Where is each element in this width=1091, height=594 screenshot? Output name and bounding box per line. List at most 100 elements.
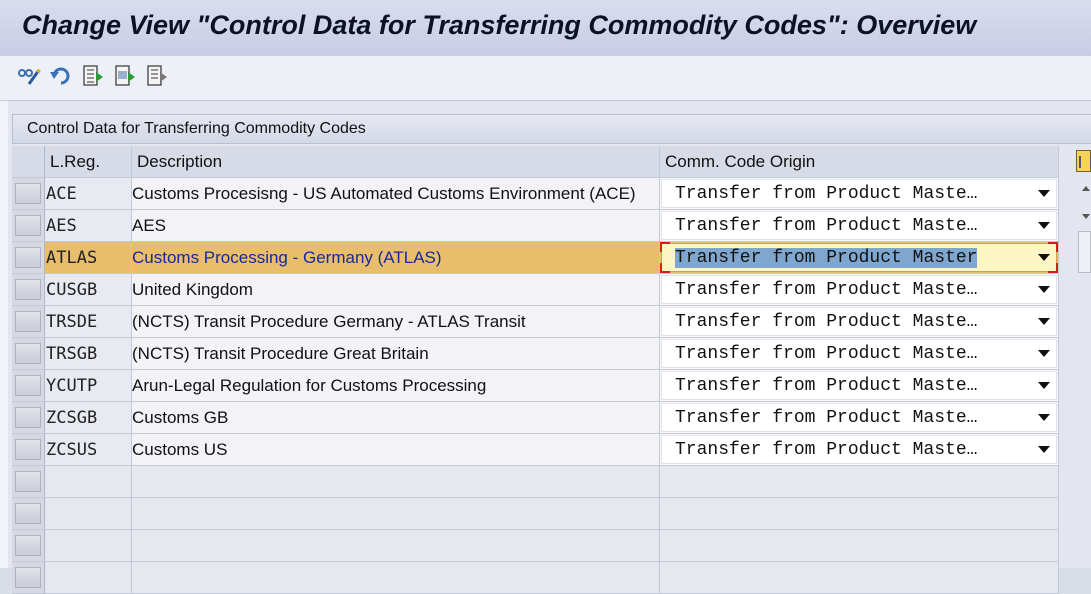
row-selector[interactable]: [12, 338, 45, 370]
select-all-rows-button[interactable]: [12, 146, 45, 178]
table-title: Control Data for Transferring Commodity …: [27, 120, 366, 137]
focus-corner: [660, 242, 670, 252]
empty-table-row[interactable]: [12, 530, 1059, 562]
table-row[interactable]: ZCSGB Customs GB Transfer from Product Ma…: [12, 402, 1059, 434]
row-selector[interactable]: [12, 274, 45, 306]
row-selector[interactable]: [12, 466, 45, 498]
origin-dropdown[interactable]: Transfer from Product Maste…: [661, 339, 1057, 368]
deselect-all-icon[interactable]: [144, 64, 170, 88]
origin-dropdown[interactable]: Transfer from Product Maste…: [661, 307, 1057, 336]
table-settings-icon[interactable]: [1076, 150, 1091, 172]
dropdown-arrow-icon[interactable]: [1038, 350, 1050, 357]
scroll-down-icon[interactable]: [1082, 214, 1090, 219]
column-header-origin[interactable]: Comm. Code Origin: [660, 146, 1059, 178]
origin-dropdown[interactable]: Transfer from Product Maste…: [661, 403, 1057, 432]
row-selector-button[interactable]: [15, 215, 41, 236]
select-block-icon[interactable]: [112, 64, 138, 88]
row-selector-button[interactable]: [15, 535, 41, 556]
row-selector[interactable]: [12, 370, 45, 402]
row-selector-button[interactable]: [15, 343, 41, 364]
undo-icon[interactable]: [48, 64, 74, 88]
row-selector[interactable]: [12, 242, 45, 274]
origin-value: Transfer from Product Maste…: [675, 280, 978, 300]
row-selector[interactable]: [12, 434, 45, 466]
row-selector[interactable]: [12, 210, 45, 242]
description-cell: [132, 498, 660, 530]
dropdown-arrow-icon[interactable]: [1038, 286, 1050, 293]
description-cell[interactable]: AES: [132, 210, 660, 242]
dropdown-arrow-icon[interactable]: [1038, 446, 1050, 453]
description-cell[interactable]: Customs Processing - Germany (ATLAS): [132, 242, 660, 274]
dropdown-arrow-icon[interactable]: [1038, 190, 1050, 197]
row-selector-button[interactable]: [15, 503, 41, 524]
dropdown-arrow-icon[interactable]: [1038, 414, 1050, 421]
description-cell[interactable]: United Kingdom: [132, 274, 660, 306]
row-selector-button[interactable]: [15, 439, 41, 460]
row-selector[interactable]: [12, 402, 45, 434]
focus-corner: [1048, 263, 1058, 273]
origin-dropdown[interactable]: Transfer from Product Maste…: [661, 179, 1057, 208]
origin-value: Transfer from Product Maste…: [675, 312, 978, 332]
origin-cell: [660, 562, 1059, 594]
description-cell[interactable]: Arun-Legal Regulation for Customs Proces…: [132, 370, 660, 402]
origin-cell: [660, 498, 1059, 530]
origin-value: Transfer from Product Maste…: [675, 440, 978, 460]
table-row[interactable]: ZCSUS Customs US Transfer from Product Ma…: [12, 434, 1059, 466]
row-selector-button[interactable]: [15, 247, 41, 268]
row-selector-button[interactable]: [15, 375, 41, 396]
row-selector[interactable]: [12, 562, 45, 594]
lreg-cell: TRSGB: [45, 338, 132, 370]
empty-table-row[interactable]: [12, 498, 1059, 530]
table-row[interactable]: ACE Customs Procesisng - US Automated Cus…: [12, 178, 1059, 210]
left-panel-strip: [0, 101, 8, 568]
display-change-icon[interactable]: [16, 64, 42, 88]
origin-dropdown[interactable]: Transfer from Product Master: [660, 242, 1058, 273]
origin-dropdown[interactable]: Transfer from Product Maste…: [661, 275, 1057, 304]
table-row[interactable]: TRSGB (NCTS) Transit Procedure Great Brit…: [12, 338, 1059, 370]
table-row[interactable]: CUSGB United Kingdom Transfer from Produ…: [12, 274, 1059, 306]
description-cell[interactable]: Customs Procesisng - US Automated Custom…: [132, 178, 660, 210]
empty-table-row[interactable]: [12, 562, 1059, 594]
scroll-up-icon[interactable]: [1082, 186, 1090, 191]
focus-corner: [660, 263, 670, 273]
table-row[interactable]: ATLAS Customs Processing - Germany (ATLAS…: [12, 242, 1059, 274]
lreg-cell: YCUTP: [45, 370, 132, 402]
vertical-scrollbar[interactable]: [1078, 231, 1091, 273]
row-selector[interactable]: [12, 306, 45, 338]
dropdown-arrow-icon[interactable]: [1038, 382, 1050, 389]
row-selector[interactable]: [12, 178, 45, 210]
description-cell[interactable]: Customs GB: [132, 402, 660, 434]
column-header-lreg[interactable]: L.Reg.: [45, 146, 132, 178]
description-cell: [132, 466, 660, 498]
select-all-icon[interactable]: [80, 64, 106, 88]
origin-value: Transfer from Product Maste…: [675, 408, 978, 428]
origin-dropdown[interactable]: Transfer from Product Maste…: [661, 211, 1057, 240]
table-row[interactable]: AES AES Transfer from Product Maste…: [12, 210, 1059, 242]
row-selector-button[interactable]: [15, 183, 41, 204]
row-selector-button[interactable]: [15, 279, 41, 300]
description-cell[interactable]: (NCTS) Transit Procedure Great Britain: [132, 338, 660, 370]
description-cell[interactable]: (NCTS) Transit Procedure Germany - ATLAS…: [132, 306, 660, 338]
origin-cell: Transfer from Product Maste…: [660, 402, 1059, 434]
table-row[interactable]: YCUTP Arun-Legal Regulation for Customs P…: [12, 370, 1059, 402]
row-selector-button[interactable]: [15, 567, 41, 588]
table-row[interactable]: TRSDE (NCTS) Transit Procedure Germany - …: [12, 306, 1059, 338]
origin-dropdown[interactable]: Transfer from Product Maste…: [661, 435, 1057, 464]
origin-dropdown[interactable]: Transfer from Product Maste…: [661, 371, 1057, 400]
row-selector-button[interactable]: [15, 311, 41, 332]
row-selector-button[interactable]: [15, 471, 41, 492]
lreg-cell: [45, 498, 132, 530]
dropdown-arrow-icon[interactable]: [1038, 222, 1050, 229]
empty-table-row[interactable]: [12, 466, 1059, 498]
column-header-description[interactable]: Description: [132, 146, 660, 178]
dropdown-arrow-icon[interactable]: [1038, 254, 1050, 261]
application-toolbar: [0, 56, 1091, 101]
origin-cell: Transfer from Product Maste…: [660, 434, 1059, 466]
description-cell[interactable]: Customs US: [132, 434, 660, 466]
row-selector-button[interactable]: [15, 407, 41, 428]
row-selector[interactable]: [12, 530, 45, 562]
title-bar: Change View "Control Data for Transferri…: [0, 0, 1091, 56]
row-selector[interactable]: [12, 498, 45, 530]
origin-cell: [660, 466, 1059, 498]
dropdown-arrow-icon[interactable]: [1038, 318, 1050, 325]
